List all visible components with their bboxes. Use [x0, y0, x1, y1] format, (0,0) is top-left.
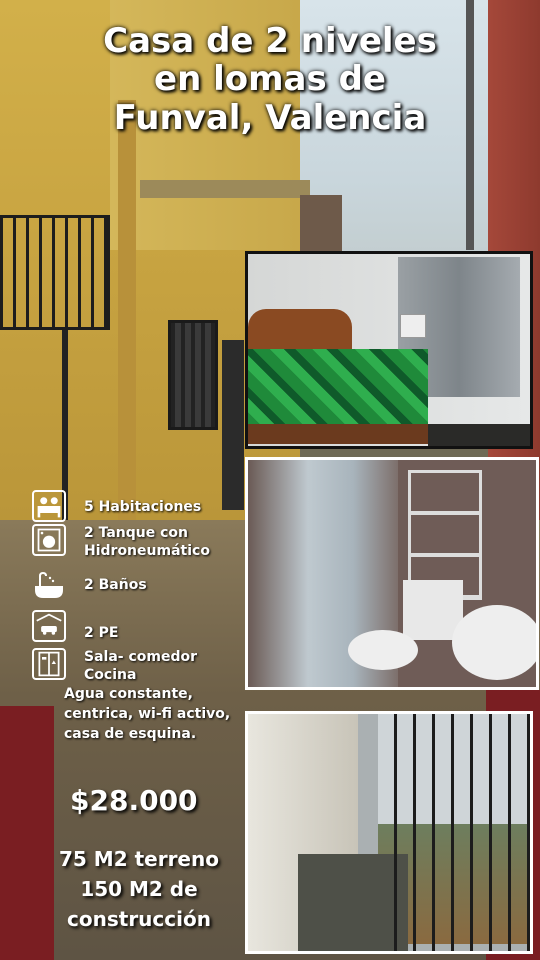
- bed-frame: [248, 424, 438, 444]
- listing-description: Agua constante, centrica, wi-fi activo, …: [64, 686, 231, 742]
- barred-window: [168, 320, 218, 430]
- title-line-2: en lomas de: [154, 59, 386, 100]
- feature-living-kitchen: Sala- comedor Cocina: [32, 648, 242, 684]
- title-line-1: Casa de 2 niveles: [103, 21, 437, 61]
- bed-icon: [32, 490, 66, 522]
- feature-bathrooms: 2 Baños: [32, 570, 242, 606]
- bathroom-photo[interactable]: [245, 457, 539, 690]
- feature-bedrooms-label: 5 Habitaciones: [84, 499, 202, 515]
- kitchen-icon: [32, 648, 66, 680]
- house-eave: [140, 180, 310, 198]
- feature-living-kitchen-label: Sala- comedor: [84, 649, 198, 665]
- built-area-line-1: 150 M2 de: [80, 877, 198, 901]
- house-pillar: [118, 100, 136, 520]
- feature-water-tank-label-2: Hidroneumático: [84, 543, 210, 559]
- washing-machine-icon: [32, 524, 66, 556]
- feature-living-kitchen-label-2: Cocina: [84, 667, 137, 683]
- iron-balcony: [0, 215, 110, 330]
- house-door: [222, 340, 244, 510]
- listing-title: Casa de 2 niveles en lomas de Funval, Va…: [60, 21, 480, 138]
- bed-headboard: [248, 309, 352, 349]
- toilet: [348, 630, 418, 670]
- land-area: 75 M2 terreno: [59, 847, 219, 871]
- sink: [452, 605, 536, 680]
- garage-car-icon: [32, 610, 66, 642]
- feature-parking-label: 2 PE: [84, 625, 119, 641]
- bathtub-icon: [32, 570, 66, 602]
- feature-bedrooms: 5 Habitaciones: [32, 490, 242, 526]
- title-line-3: Funval, Valencia: [113, 97, 427, 138]
- bedroom-photo[interactable]: [245, 251, 533, 449]
- built-area-line-2: construcción: [67, 907, 211, 931]
- listing-price: $28.000: [70, 784, 198, 817]
- bedroom-floor: [428, 424, 530, 446]
- corridor-photo[interactable]: [245, 711, 533, 954]
- feature-water-tank: 2 Tanque con Hidroneumático: [32, 524, 242, 560]
- bedspread: [248, 349, 428, 429]
- listing-area: 75 M2 terreno 150 M2 de construcción: [44, 844, 234, 934]
- corridor-railing: [378, 714, 530, 951]
- feature-bathrooms-label: 2 Baños: [84, 577, 147, 593]
- feature-water-tank-label: 2 Tanque con: [84, 525, 189, 541]
- air-conditioner: [400, 314, 426, 338]
- feature-parking: 2 PE: [32, 610, 242, 646]
- distant-building: [300, 195, 342, 255]
